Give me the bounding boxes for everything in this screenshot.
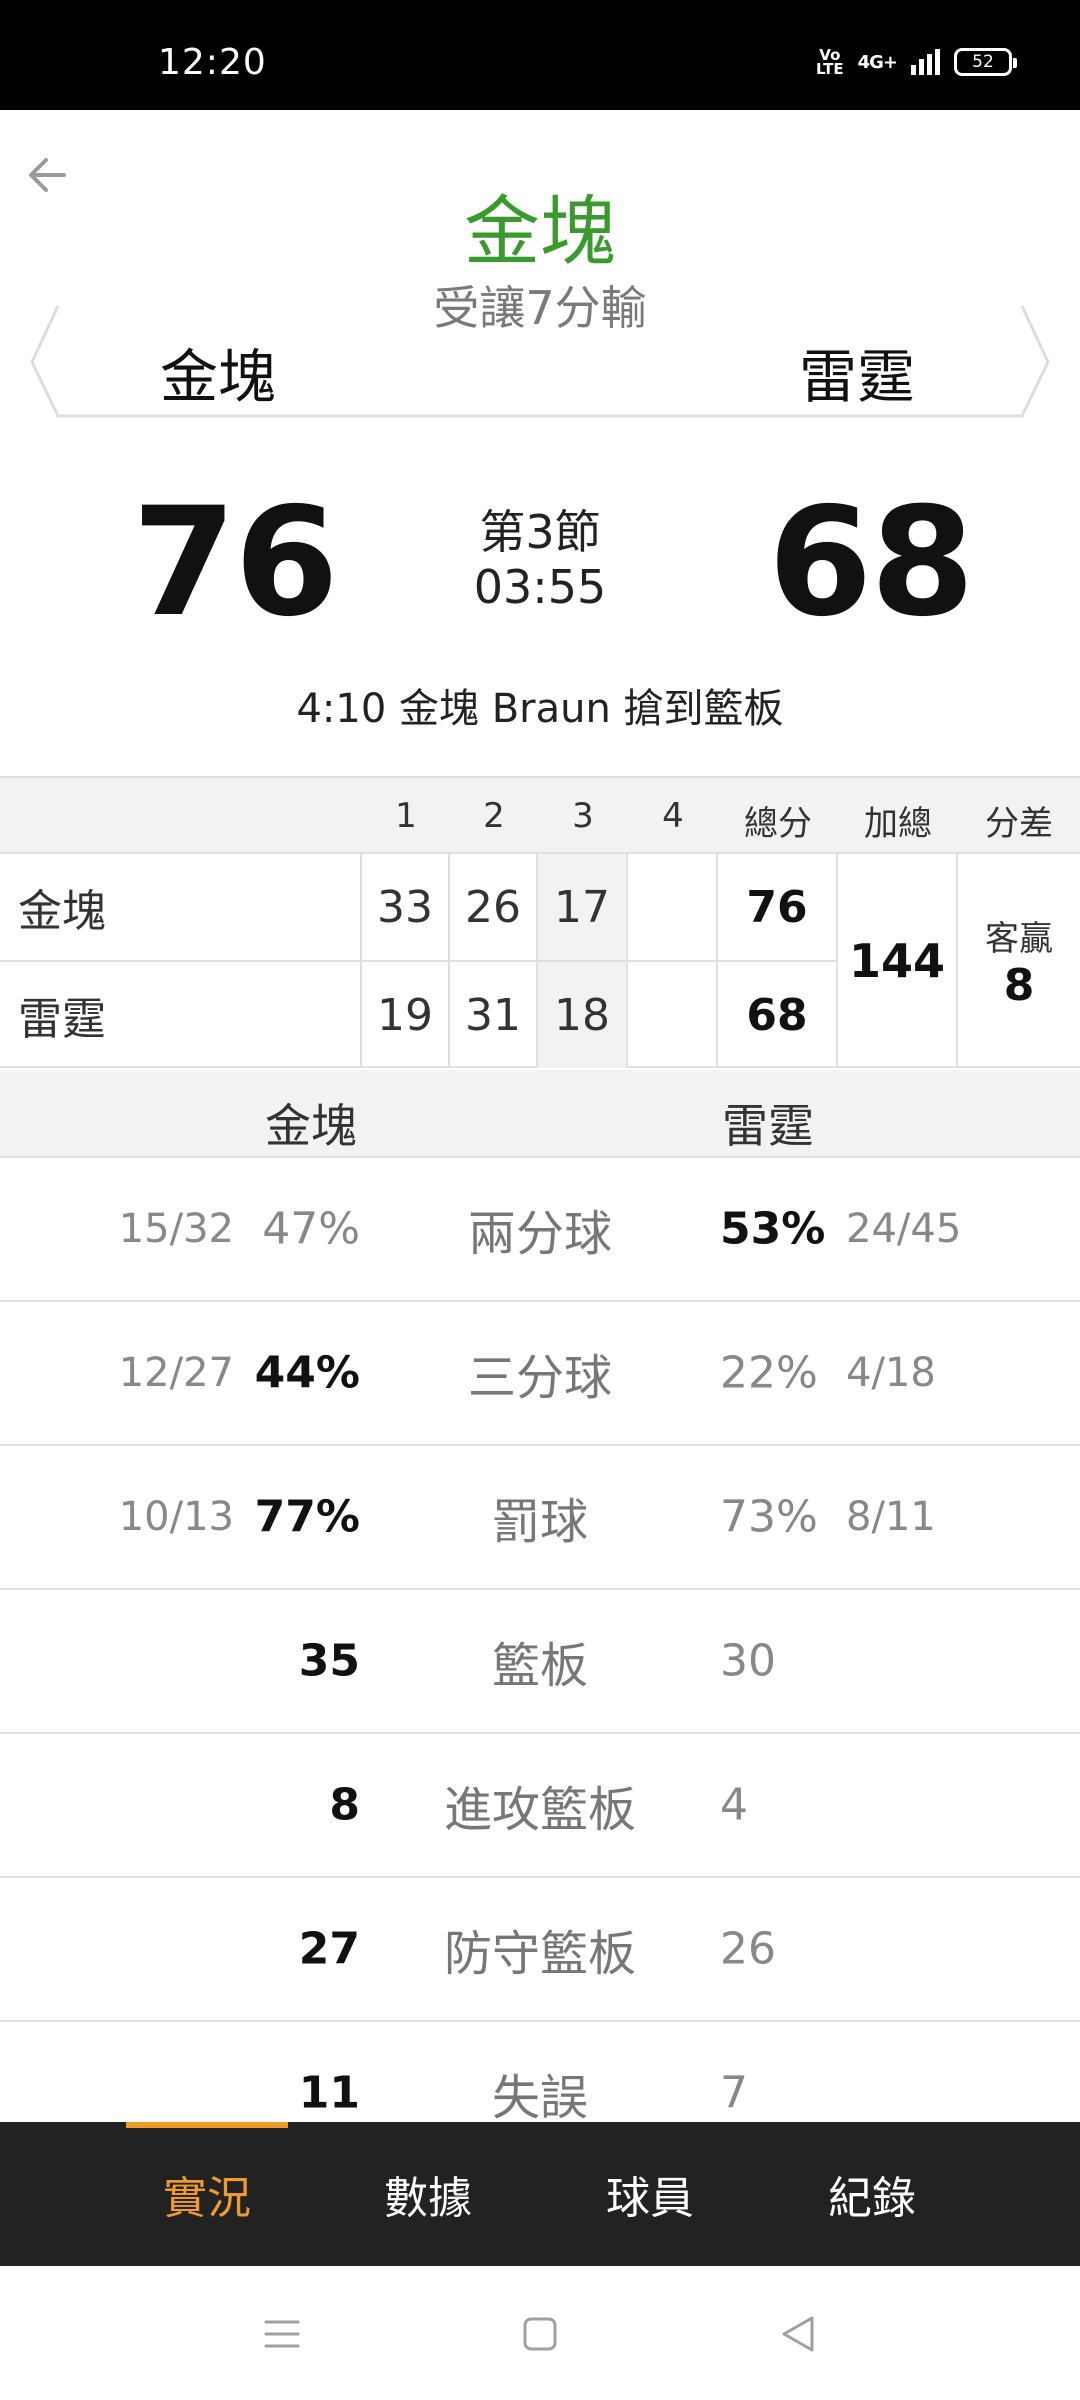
status-bar: 12:20 Vo LTE 4G+ 52 [0, 0, 1080, 110]
row-total: 76 [718, 854, 838, 960]
tab-stats[interactable]: 數據 [318, 2122, 538, 2266]
away-team-name[interactable]: 金塊 [160, 330, 276, 414]
row-q3: 17 [538, 854, 628, 960]
tab-players[interactable]: 球員 [540, 2122, 760, 2266]
stats-right-team: 雷霆 [722, 1099, 814, 1153]
stat-name: 籃板 [491, 1638, 588, 1694]
team-stats-header: 金塊 雷霆 [0, 1070, 1080, 1156]
quarter-table-body: 金塊 33 26 17 76 雷霆 19 31 18 68 144 客贏 8 [0, 854, 1080, 1068]
network-type: 4G+ [857, 51, 898, 73]
stat-row-three-point: 12/27 44% 三分球 22% 4/18 [0, 1300, 1080, 1444]
header-q1: 1 [395, 796, 417, 836]
row-q2: 31 [450, 962, 538, 1068]
last-play-text: 4:10 金塊 Braun 搶到籃板 [296, 686, 784, 732]
right-made-attempts: 4/18 [846, 1350, 936, 1396]
home-score: 68 [768, 476, 975, 650]
volte-icon: Vo LTE [816, 48, 844, 78]
status-icons: Vo LTE 4G+ 52 [816, 48, 1017, 78]
status-time: 12:20 [158, 42, 267, 83]
quarter-score-table: 1 2 3 4 總分 加總 分差 金塊 33 26 17 76 雷霆 19 31… [0, 776, 1080, 1068]
point-diff: 客贏 8 [958, 854, 1080, 1068]
stat-row-defensive-rebounds: 27 防守籃板 26 [0, 1876, 1080, 2020]
diff-label: 客贏 [985, 919, 1053, 959]
stat-row-two-point: 15/32 47% 兩分球 53% 24/45 [0, 1156, 1080, 1300]
header-q4: 4 [662, 796, 684, 836]
right-made-attempts: 8/11 [846, 1494, 936, 1540]
system-nav-bar [0, 2266, 1080, 2400]
leader-team-title: 金塊 [464, 187, 616, 276]
right-value: 53% [720, 1203, 826, 1255]
stat-name: 失誤 [491, 2070, 588, 2126]
right-value: 22% [720, 1347, 818, 1399]
row-team-name: 金塊 [0, 854, 362, 960]
right-value: 7 [720, 2067, 748, 2119]
header-total: 總分 [744, 804, 812, 844]
home-team-name[interactable]: 雷霆 [799, 330, 915, 414]
row-q1: 19 [362, 962, 450, 1068]
signal-icon [911, 49, 940, 75]
right-made-attempts: 24/45 [846, 1206, 962, 1252]
row-q4 [628, 854, 718, 960]
stat-row-rebounds: 35 籃板 30 [0, 1588, 1080, 1732]
stats-left-team: 金塊 [265, 1099, 357, 1153]
right-value: 30 [720, 1635, 776, 1687]
row-q2: 26 [450, 854, 538, 960]
stat-row-free-throw: 10/13 77% 罰球 73% 8/11 [0, 1444, 1080, 1588]
header-q3: 3 [572, 796, 594, 836]
header-diff: 分差 [985, 804, 1053, 844]
right-value: 26 [720, 1923, 776, 1975]
battery-icon: 52 [954, 48, 1017, 76]
row-divider [0, 960, 838, 962]
row-team-name: 雷霆 [0, 962, 362, 1068]
volte-bottom: LTE [816, 60, 844, 78]
tab-records[interactable]: 紀錄 [762, 2122, 982, 2266]
right-value: 73% [720, 1491, 818, 1543]
header-combined: 加總 [864, 804, 932, 844]
row-total: 68 [718, 962, 838, 1068]
back-triangle-icon[interactable] [768, 2304, 828, 2364]
right-value: 4 [720, 1779, 748, 1831]
row-q3: 18 [538, 962, 628, 1068]
bottom-tab-bar: 實況 數據 球員 紀錄 [0, 2122, 1080, 2266]
combined-total: 144 [838, 854, 958, 1068]
row-q1: 33 [362, 854, 450, 960]
header-q2: 2 [483, 796, 505, 836]
menu-icon[interactable] [252, 2304, 312, 2364]
stat-row-offensive-rebounds: 8 進攻籃板 4 [0, 1732, 1080, 1876]
home-square-icon[interactable] [510, 2304, 570, 2364]
diff-value: 8 [1003, 960, 1035, 1011]
stat-name: 進攻籃板 [443, 1782, 636, 1838]
tab-live[interactable]: 實況 [97, 2122, 317, 2266]
stat-name: 防守籃板 [443, 1926, 636, 1982]
quarter-table-header: 1 2 3 4 總分 加總 分差 [0, 776, 1080, 854]
row-q4 [628, 962, 718, 1068]
